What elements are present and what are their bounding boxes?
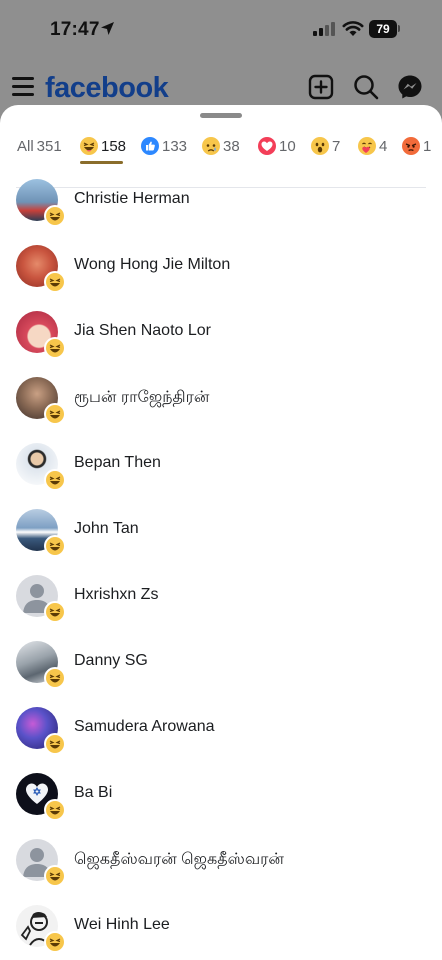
reaction-tabs: All 351 158 133 38 10 7 4 1 <box>0 129 442 188</box>
list-item[interactable]: Hxrishxn Zs <box>0 563 442 629</box>
reactions-sheet: All 351 158 133 38 10 7 4 1 Christie Her… <box>0 105 442 960</box>
battery-indicator: 79 <box>369 20 397 38</box>
person-name[interactable]: John Tan <box>74 520 139 538</box>
tab-love[interactable]: 10 <box>258 129 296 163</box>
tab-count: 10 <box>279 137 296 155</box>
list-item[interactable]: ஜெகதீஸ்வரன் ஜெகதீஸ்வரன் <box>0 827 442 893</box>
battery-nub <box>398 25 400 32</box>
tab-wow[interactable]: 7 <box>311 129 340 163</box>
facebook-logo[interactable]: facebook <box>45 72 169 105</box>
tab-count: 1 <box>423 137 432 155</box>
wifi-icon <box>342 21 364 36</box>
haha-reaction-badge-icon <box>44 337 66 359</box>
haha-reaction-badge-icon <box>44 931 66 953</box>
tab-count: 7 <box>332 137 341 155</box>
person-name[interactable]: Danny SG <box>74 652 148 670</box>
haha-reaction-badge-icon <box>44 667 66 689</box>
person-name[interactable]: Wong Hong Jie Milton <box>74 256 230 274</box>
tab-angry[interactable]: 1 <box>402 129 431 163</box>
add-post-icon[interactable] <box>308 74 334 100</box>
list-item[interactable]: Danny SG <box>0 629 442 695</box>
haha-reaction-badge-icon <box>44 535 66 557</box>
status-time: 17:47 <box>50 19 100 40</box>
haha-emoji-icon <box>80 137 98 155</box>
haha-reaction-badge-icon <box>44 865 66 887</box>
tab-sad[interactable]: 38 <box>202 129 240 163</box>
tab-count: 38 <box>223 137 240 155</box>
haha-reaction-badge-icon <box>44 469 66 491</box>
tab-count: 351 <box>36 137 62 155</box>
tab-count: 158 <box>101 137 127 155</box>
person-name[interactable]: Jia Shen Naoto Lor <box>74 322 211 340</box>
person-name[interactable]: Bepan Then <box>74 454 161 472</box>
tab-label: All <box>17 137 34 155</box>
list-item[interactable]: Wei Hinh Lee <box>0 893 442 959</box>
tab-haha[interactable]: 158 <box>80 129 126 163</box>
haha-reaction-badge-icon <box>44 205 66 227</box>
list-item[interactable]: Jia Shen Naoto Lor <box>0 299 442 365</box>
list-item[interactable]: ரூபன் ராஜேந்திரன் <box>0 365 442 431</box>
list-item[interactable]: John Tan <box>0 497 442 563</box>
list-item[interactable]: Samudera Arowana <box>0 695 442 761</box>
care-emoji-icon <box>358 137 376 155</box>
list-item[interactable]: Ba Bi <box>0 761 442 827</box>
wow-emoji-icon <box>311 137 329 155</box>
list-item[interactable]: Bepan Then <box>0 431 442 497</box>
person-name[interactable]: Ba Bi <box>74 784 112 802</box>
person-name[interactable]: Hxrishxn Zs <box>74 586 158 604</box>
haha-reaction-badge-icon <box>44 733 66 755</box>
person-name[interactable]: ரூபன் ராஜேந்திரன் <box>74 388 209 408</box>
list-item[interactable]: Christie Herman <box>0 167 442 233</box>
messenger-icon[interactable] <box>397 74 423 100</box>
location-arrow-icon <box>101 22 114 35</box>
haha-reaction-badge-icon <box>44 403 66 425</box>
like-emoji-icon <box>141 137 159 155</box>
search-icon[interactable] <box>353 74 379 100</box>
sheet-grabber[interactable] <box>200 113 242 118</box>
haha-reaction-badge-icon <box>44 271 66 293</box>
love-emoji-icon <box>258 137 276 155</box>
haha-reaction-badge-icon <box>44 601 66 623</box>
tab-count: 4 <box>379 137 388 155</box>
haha-reaction-badge-icon <box>44 799 66 821</box>
menu-icon[interactable] <box>12 77 34 97</box>
tab-like[interactable]: 133 <box>141 129 187 163</box>
person-name[interactable]: ஜெகதீஸ்வரன் ஜெகதீஸ்வரன் <box>74 850 284 870</box>
sad-emoji-icon <box>202 137 220 155</box>
person-name[interactable]: Christie Herman <box>74 190 190 208</box>
cellular-signal-icon <box>313 22 337 36</box>
tab-care[interactable]: 4 <box>358 129 387 163</box>
status-bar: 17:47 79 <box>0 0 442 60</box>
tab-all[interactable]: All 351 <box>17 129 62 163</box>
list-item[interactable]: Wong Hong Jie Milton <box>0 233 442 299</box>
angry-emoji-icon <box>402 137 420 155</box>
person-name[interactable]: Samudera Arowana <box>74 718 215 736</box>
person-name[interactable]: Wei Hinh Lee <box>74 916 170 934</box>
tab-count: 133 <box>162 137 188 155</box>
active-tab-indicator <box>80 161 123 164</box>
